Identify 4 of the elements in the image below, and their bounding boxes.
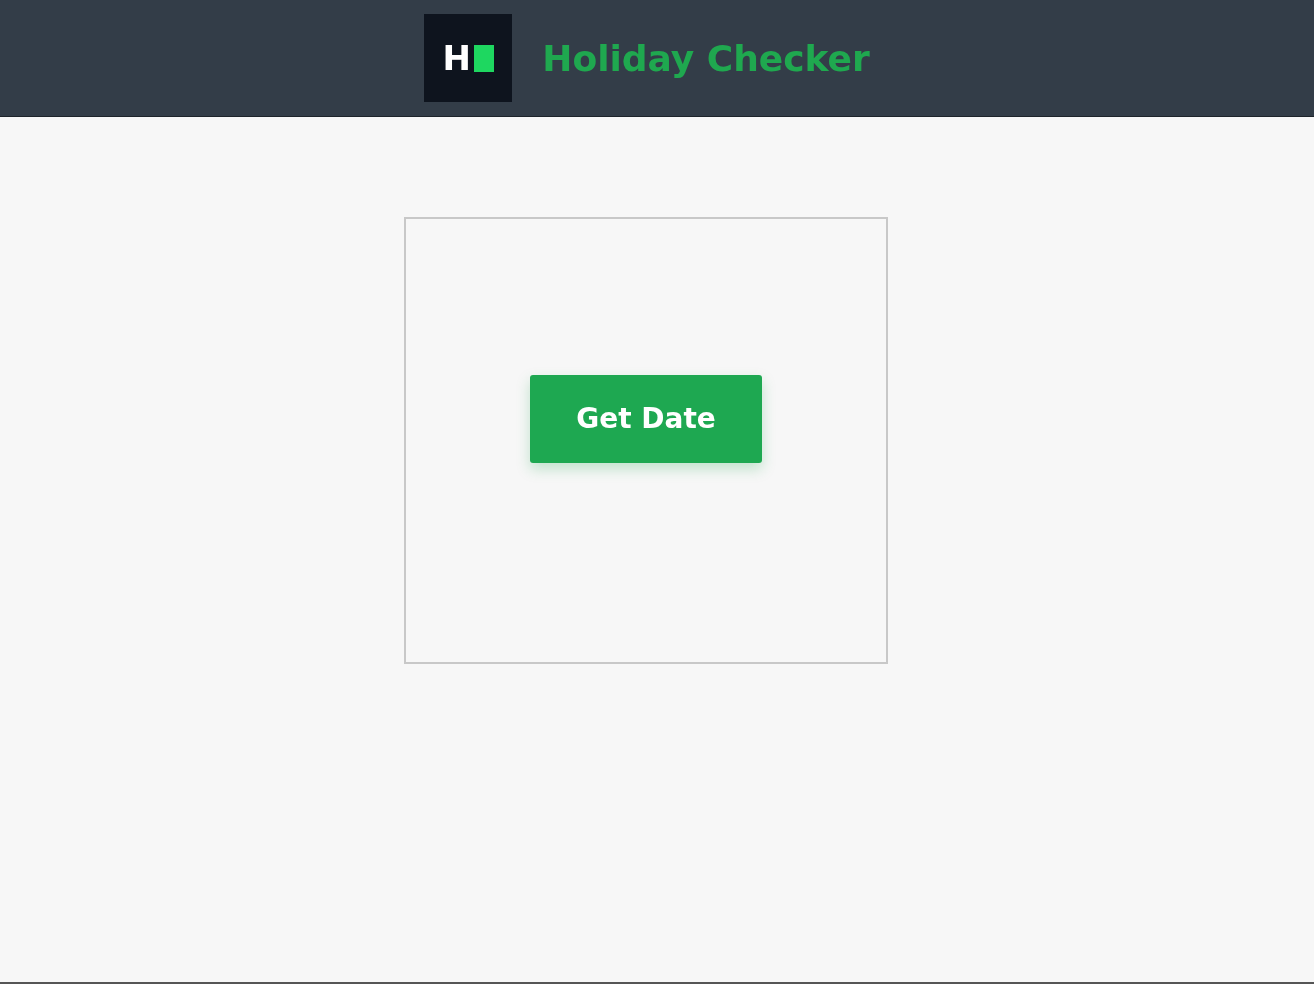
- get-date-button[interactable]: Get Date: [530, 374, 762, 463]
- app-title: Holiday Checker: [542, 37, 870, 79]
- logo-letter: H: [442, 41, 471, 75]
- logo-block-icon: [474, 44, 494, 72]
